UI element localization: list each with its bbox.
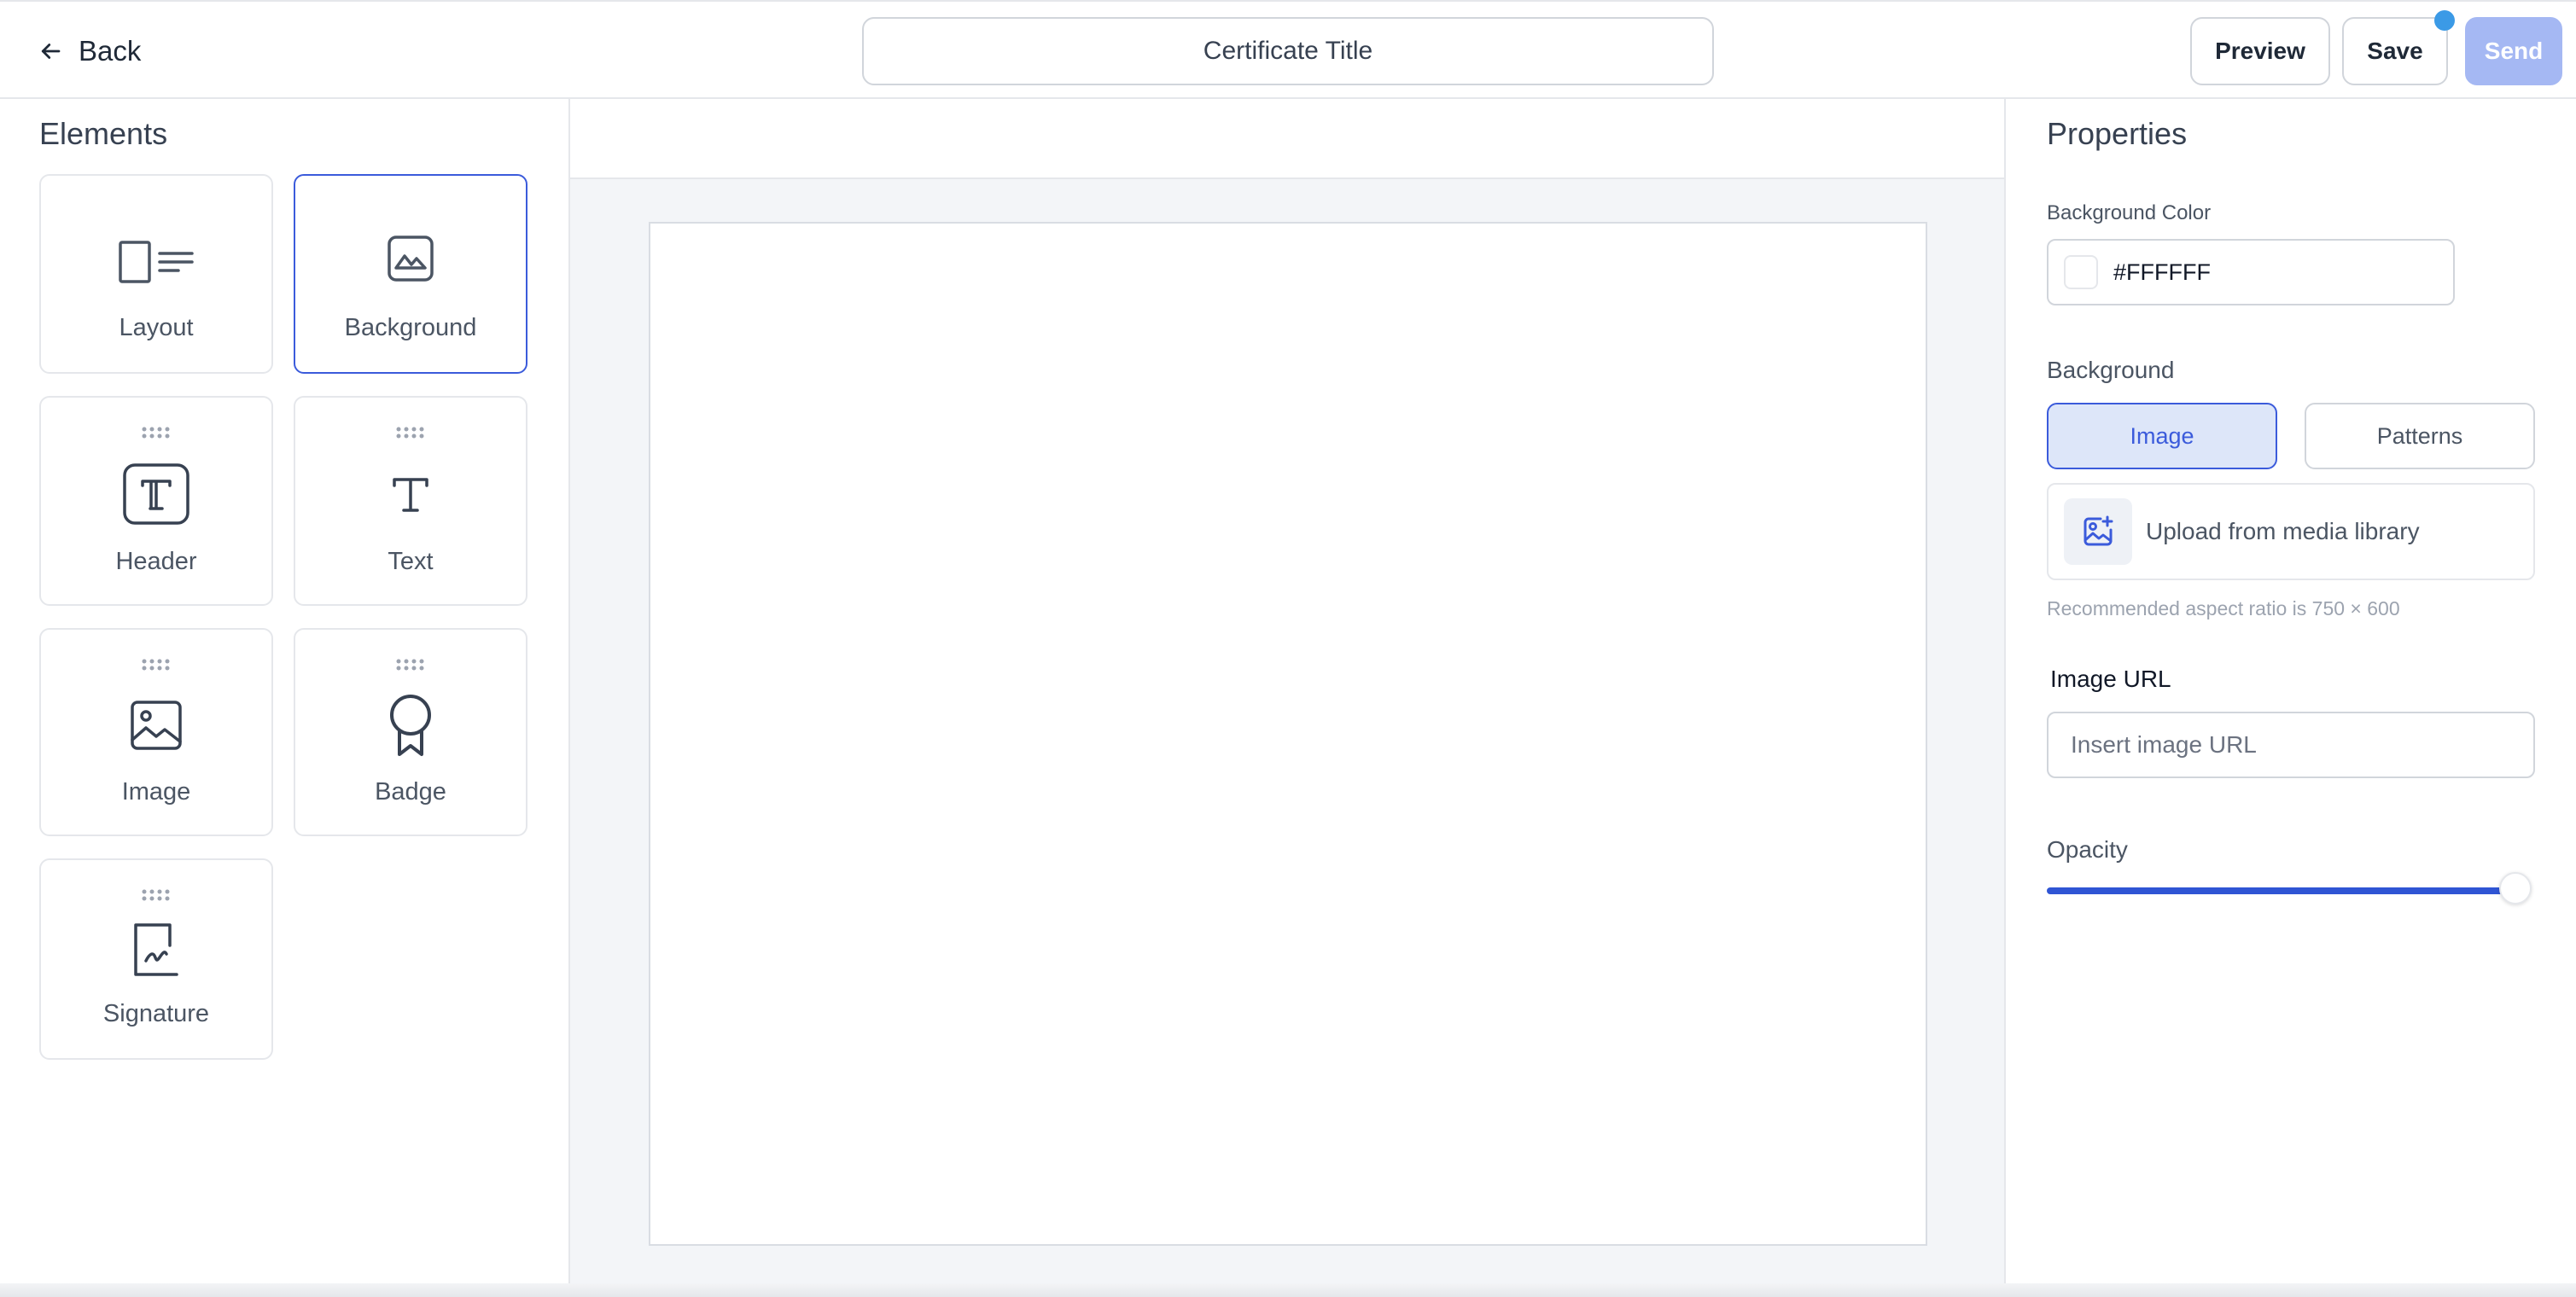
arrow-left-icon: [41, 44, 61, 59]
opacity-slider-track[interactable]: [2047, 887, 2523, 894]
element-card-background[interactable]: Background: [294, 174, 527, 374]
send-button[interactable]: Send: [2465, 17, 2562, 85]
back-button[interactable]: Back: [38, 31, 141, 72]
properties-title: Properties: [2047, 116, 2188, 151]
header-text-icon: [122, 462, 190, 530]
upload-label: Upload from media library: [2146, 518, 2420, 544]
layout-icon: [117, 239, 195, 289]
signature-icon: [132, 922, 180, 982]
back-label: Back: [79, 35, 142, 67]
elements-panel: Elements Layout Background Header Text I…: [0, 99, 570, 1297]
drag-handle-icon[interactable]: [396, 427, 425, 439]
certificate-title-input[interactable]: Certificate Title: [862, 17, 1714, 85]
element-label: Text: [388, 548, 434, 575]
element-card-text[interactable]: Text: [294, 396, 527, 606]
image-url-input[interactable]: Insert image URL: [2047, 712, 2535, 778]
bottom-edge: [0, 1283, 2576, 1297]
canvas-area: [570, 99, 2004, 1297]
image-url-label: Image URL: [2050, 666, 2171, 692]
image-icon: [130, 700, 183, 755]
background-color-value: #FFFFFF: [2113, 259, 2211, 285]
element-label: Layout: [119, 314, 194, 341]
element-label: Signature: [102, 1000, 210, 1027]
element-card-badge[interactable]: Badge: [294, 628, 527, 836]
background-image-icon: [386, 234, 435, 288]
properties-panel: Properties Background Color #FFFFFF Back…: [2004, 99, 2576, 1297]
background-color-field[interactable]: #FFFFFF: [2047, 239, 2455, 305]
element-card-header[interactable]: Header: [39, 396, 273, 606]
opacity-slider-thumb[interactable]: [2499, 872, 2532, 904]
canvas-toolbar: [570, 99, 2004, 179]
elements-title: Elements: [39, 116, 168, 151]
drag-handle-icon[interactable]: [142, 427, 171, 439]
element-label: Image: [121, 778, 191, 806]
element-card-signature[interactable]: Signature: [39, 858, 273, 1060]
image-plus-icon: [2064, 498, 2132, 565]
notification-dot: [2434, 10, 2455, 31]
drag-handle-icon[interactable]: [142, 659, 171, 671]
top-bar: Back Certificate Title Preview Save Send: [0, 0, 2576, 99]
text-icon: [391, 474, 430, 518]
drag-handle-icon[interactable]: [396, 659, 425, 671]
tab-patterns[interactable]: Patterns: [2305, 403, 2535, 469]
tab-image[interactable]: Image: [2047, 403, 2277, 469]
element-card-layout[interactable]: Layout: [39, 174, 273, 374]
aspect-ratio-hint: Recommended aspect ratio is 750 × 600: [2047, 597, 2400, 619]
certificate-editor: Back Certificate Title Preview Save Send…: [0, 0, 2576, 1297]
badge-icon: [386, 693, 435, 762]
opacity-label: Opacity: [2047, 836, 2128, 863]
background-color-label: Background Color: [2047, 201, 2212, 224]
upload-from-media-library[interactable]: Upload from media library: [2047, 483, 2535, 580]
element-label: Header: [115, 548, 197, 575]
preview-button[interactable]: Preview: [2190, 17, 2330, 85]
background-label: Background: [2047, 357, 2175, 383]
certificate-canvas[interactable]: [649, 222, 1927, 1246]
color-swatch[interactable]: [2064, 255, 2098, 289]
element-label: Background: [344, 314, 477, 341]
save-button[interactable]: Save: [2342, 17, 2448, 85]
drag-handle-icon[interactable]: [142, 889, 171, 901]
element-card-image[interactable]: Image: [39, 628, 273, 836]
element-label: Badge: [375, 778, 446, 806]
